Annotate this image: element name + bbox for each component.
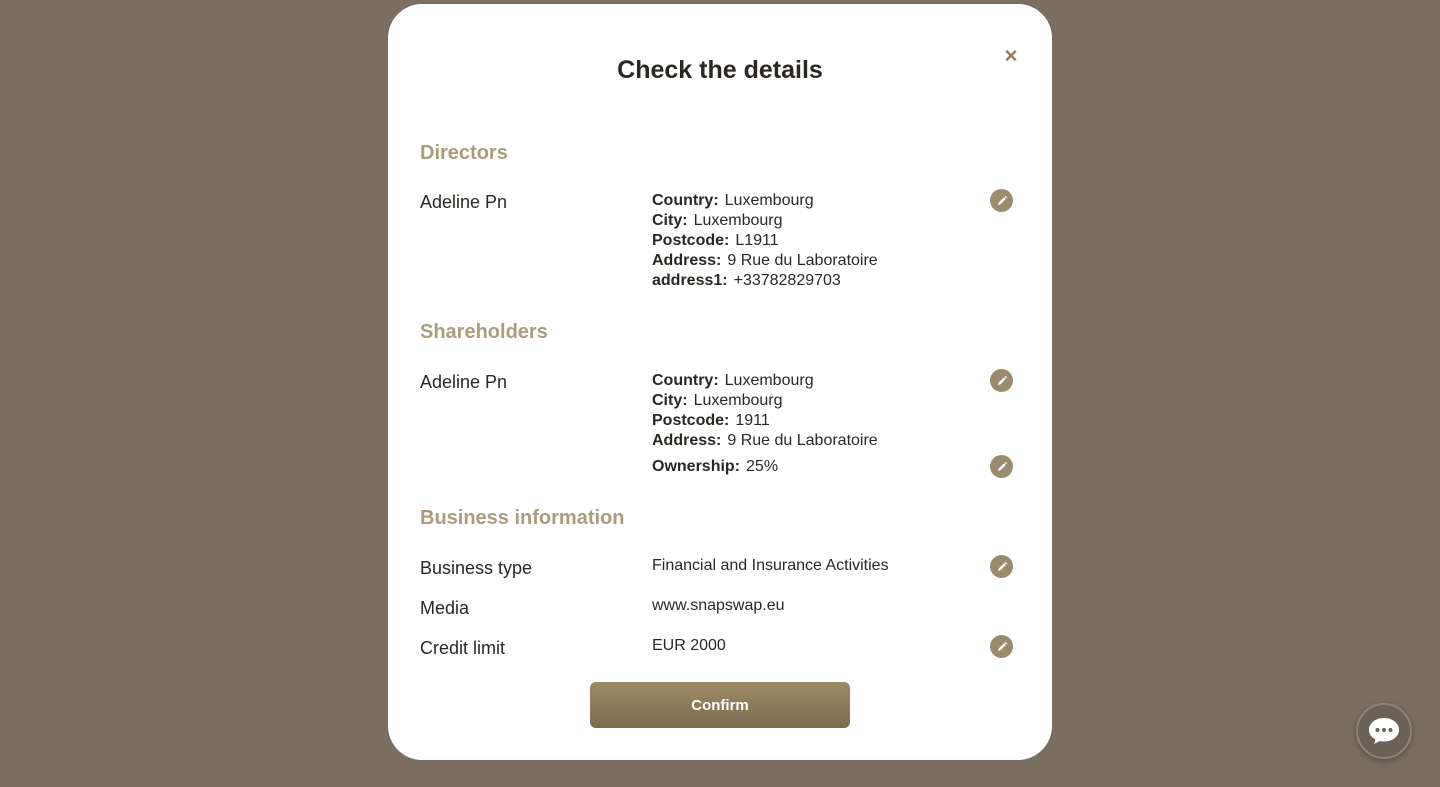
director-country-row: Country: Luxembourg xyxy=(652,192,814,209)
edit-credit-limit-button[interactable] xyxy=(990,635,1013,658)
pencil-icon xyxy=(997,561,1007,571)
edit-shareholder-button[interactable] xyxy=(990,369,1013,392)
director-postcode-row: Postcode: L1911 xyxy=(652,232,779,249)
directors-section-title: Directors xyxy=(420,142,508,164)
pencil-icon xyxy=(997,375,1007,385)
modal-title: Check the details xyxy=(617,56,823,84)
shareholder-name: Adeline Pn xyxy=(420,372,508,392)
ownership-row: Ownership: 25% xyxy=(652,458,779,475)
director-name: Adeline Pn xyxy=(420,192,508,212)
credit-limit-label: Credit limit xyxy=(420,638,506,658)
pencil-icon xyxy=(997,195,1007,205)
shareholder-ownership: Ownership: 25% xyxy=(652,457,778,477)
director-address-row: Address: 9 Rue du Laboratoire xyxy=(652,252,878,269)
business-type-label: Business type xyxy=(420,558,533,578)
shareholder-details: Country: Luxembourg City: Luxembourg Pos… xyxy=(652,371,878,451)
director-city-row: City: Luxembourg xyxy=(652,212,783,229)
chat-bubble-icon xyxy=(1369,718,1399,744)
check-details-modal: × Check the details Directors Adeline Pn… xyxy=(388,4,1052,760)
pencil-icon xyxy=(997,641,1007,651)
shareholders-section-title: Shareholders xyxy=(420,321,548,343)
edit-ownership-button[interactable] xyxy=(990,455,1013,478)
business-section-title: Business information xyxy=(420,507,625,529)
edit-director-button[interactable] xyxy=(990,189,1013,212)
media-value: www.snapswap.eu xyxy=(652,597,785,614)
business-type-value: Financial and Insurance Activities xyxy=(652,557,889,574)
edit-business-type-button[interactable] xyxy=(990,555,1013,578)
credit-limit-value: EUR 2000 xyxy=(652,637,726,654)
pencil-icon xyxy=(997,461,1007,471)
confirm-button[interactable]: Confirm xyxy=(590,682,850,728)
shareholder-country-row: Country: Luxembourg xyxy=(652,372,814,389)
media-label: Media xyxy=(420,598,470,618)
shareholder-address-row: Address: 9 Rue du Laboratoire xyxy=(652,432,878,449)
chat-button[interactable] xyxy=(1356,703,1412,759)
director-details: Country: Luxembourg City: Luxembourg Pos… xyxy=(652,191,878,291)
shareholder-city-row: City: Luxembourg xyxy=(652,392,783,409)
director-address1-row: address1: +33782829703 xyxy=(652,272,841,289)
shareholder-postcode-row: Postcode: 1911 xyxy=(652,412,770,429)
